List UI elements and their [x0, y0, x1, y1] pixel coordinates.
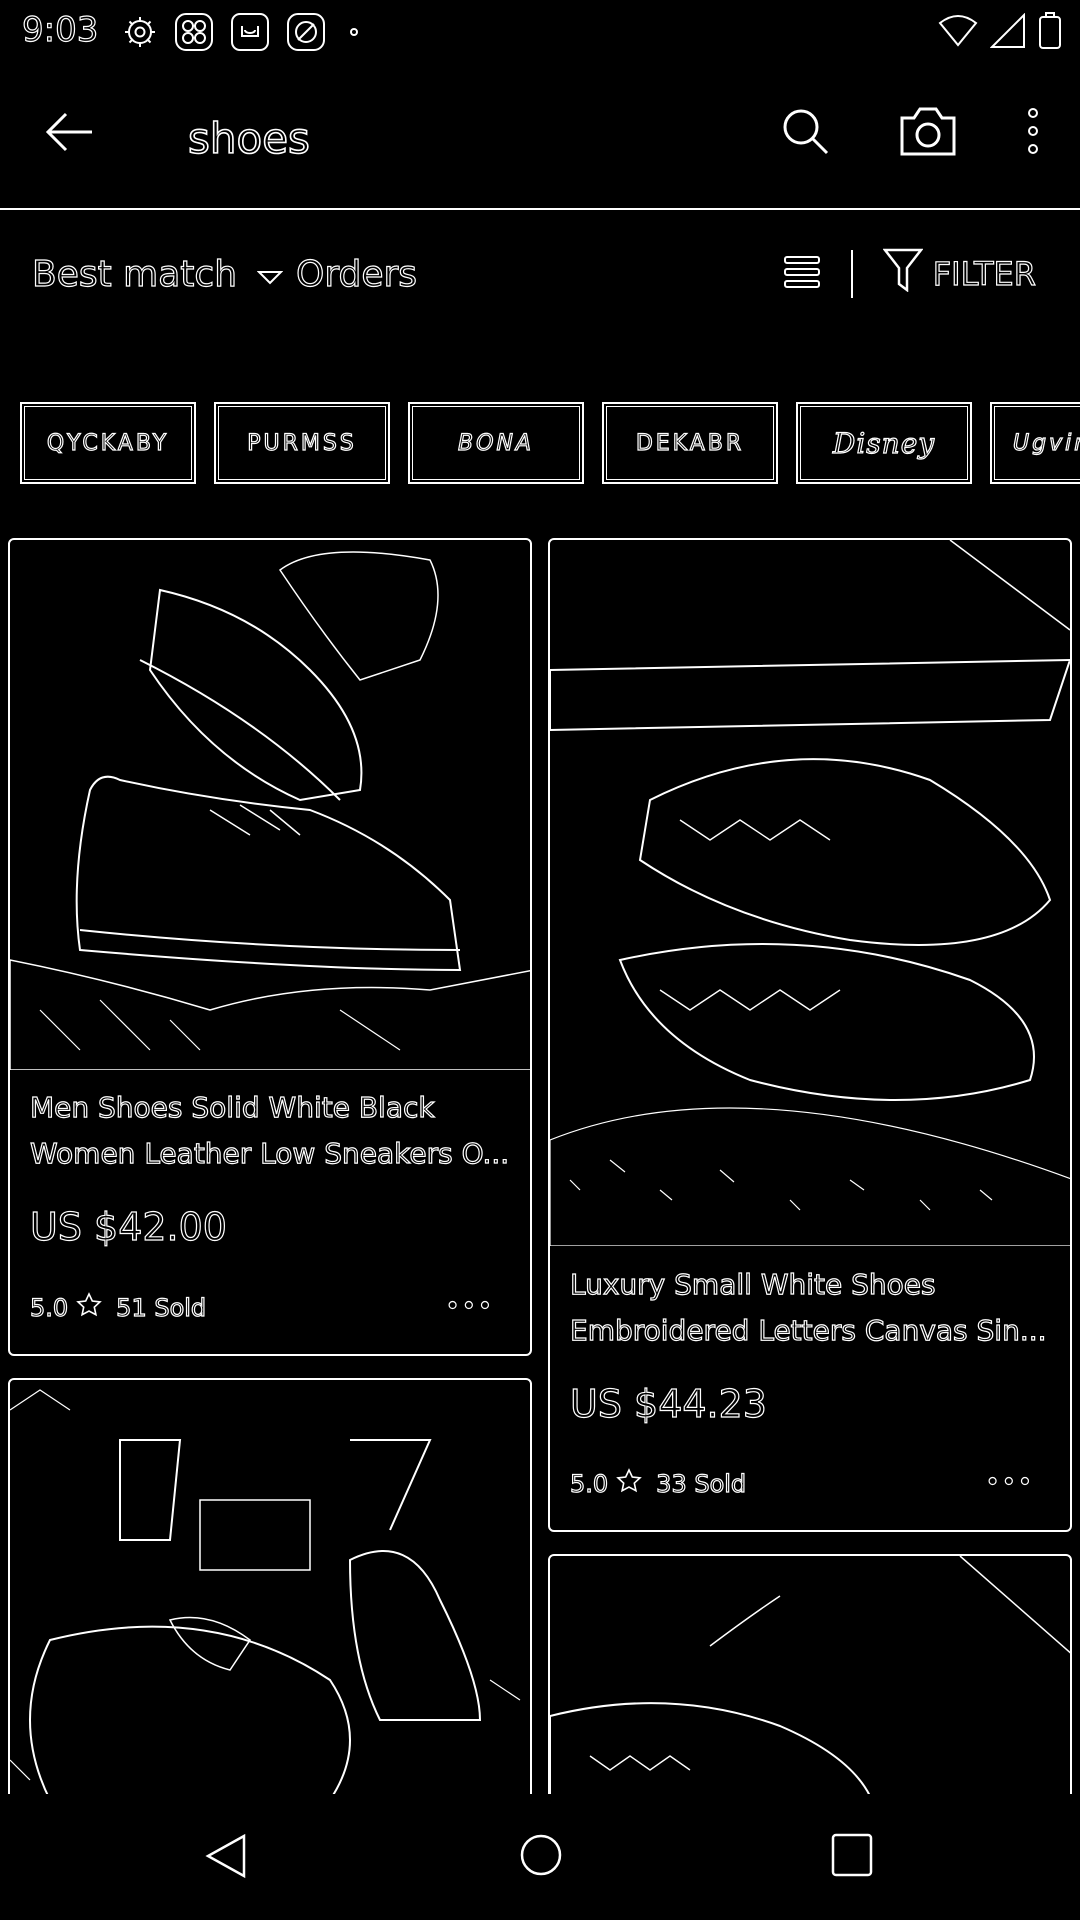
product-title: Men Shoes Solid White Black Women Leathe… [30, 1090, 510, 1170]
brand-purmss[interactable]: PURMSS [214, 402, 390, 484]
product-meta: 5.0 33 Sold [569, 1468, 747, 1500]
sync-icon [286, 12, 326, 52]
camera-icon[interactable] [898, 104, 958, 162]
signal-icon [990, 13, 1026, 49]
back-arrow-icon[interactable] [44, 110, 94, 158]
nav-home-icon[interactable] [518, 1832, 564, 1882]
product-image [550, 540, 1070, 1247]
best-match-label: Best match [31, 253, 238, 295]
gear-icon [122, 14, 158, 50]
product-card[interactable]: Luxury Small White Shoes Embroidered Let… [548, 538, 1072, 1532]
filter-icon [882, 248, 924, 300]
search-icon[interactable] [780, 106, 830, 160]
brand-disney[interactable]: Disney [796, 402, 972, 484]
product-card[interactable]: Men Shoes Solid White Black Women Leathe… [8, 538, 532, 1356]
search-query[interactable]: shoes [187, 113, 311, 164]
star-icon [76, 1292, 103, 1324]
brand-bona[interactable]: BONA [408, 402, 584, 484]
product-card[interactable] [8, 1378, 532, 1818]
more-options-button[interactable]: ••• [985, 1467, 1034, 1496]
product-card[interactable] [548, 1554, 1072, 1818]
product-image [10, 1380, 530, 1816]
status-bar: 9:03 [0, 0, 1080, 64]
star-icon [616, 1468, 643, 1500]
rating-value: 5.0 [569, 1469, 609, 1498]
filter-label: FILTER [932, 254, 1036, 293]
more-options-button[interactable]: ••• [445, 1291, 494, 1320]
wifi-icon [938, 13, 978, 49]
dot-icon [342, 20, 366, 44]
list-view-icon[interactable] [783, 253, 821, 295]
filter-button[interactable]: FILTER [882, 248, 1037, 300]
brand-strip: QYCKABY PURMSS BONA DEKABR Disney Ugvins [20, 402, 1080, 484]
product-image [10, 540, 530, 1071]
sold-count: 51 Sold [116, 1293, 207, 1322]
battery-icon [1038, 12, 1062, 50]
orders-sort[interactable]: Orders [295, 253, 417, 295]
clover-icon [174, 12, 214, 52]
rating-value: 5.0 [29, 1293, 69, 1322]
system-nav-bar [0, 1794, 1080, 1920]
product-price: US $42.00 [29, 1204, 227, 1249]
status-time: 9:03 [21, 9, 99, 50]
search-header: shoes [0, 64, 1080, 210]
more-vert-icon[interactable] [1026, 107, 1040, 159]
product-title: Luxury Small White Shoes Embroidered Let… [570, 1267, 1047, 1347]
product-price: US $44.23 [569, 1381, 767, 1426]
nav-recents-icon[interactable] [830, 1832, 874, 1882]
sold-count: 33 Sold [656, 1469, 747, 1498]
sort-divider [850, 250, 853, 298]
product-image [550, 1556, 1070, 1816]
nav-back-icon[interactable] [204, 1832, 248, 1884]
product-meta: 5.0 51 Sold [29, 1292, 207, 1324]
chevron-down-icon [256, 254, 284, 295]
brand-qyckaby[interactable]: QYCKABY [20, 402, 196, 484]
brand-partial[interactable]: Ugvins [990, 402, 1080, 484]
best-match-dropdown[interactable]: Best match [31, 253, 284, 296]
sort-bar: Best match Orders FILTER [0, 212, 1080, 338]
bag-icon [230, 12, 270, 52]
brand-dekabr[interactable]: DEKABR [602, 402, 778, 484]
